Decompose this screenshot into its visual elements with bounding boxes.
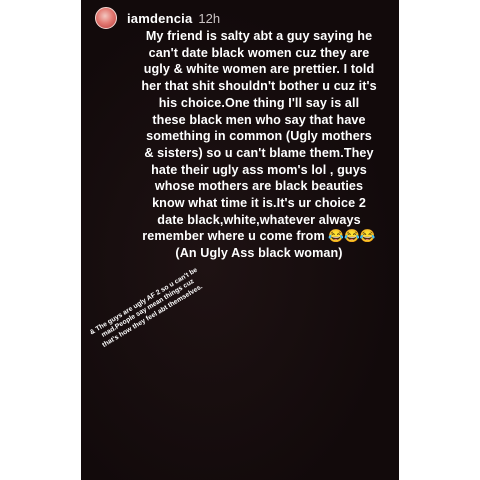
story-header: iamdencia 12h (95, 6, 220, 30)
username[interactable]: iamdencia (127, 11, 192, 26)
story-main-text: My friend is salty abt a guy saying he c… (141, 29, 377, 261)
avatar[interactable] (95, 7, 117, 29)
story-side-note: & The guys are ugly AF 2 so u can't be m… (88, 266, 204, 349)
timestamp: 12h (198, 10, 221, 26)
story-card: iamdencia 12h My friend is salty abt a g… (81, 0, 399, 480)
